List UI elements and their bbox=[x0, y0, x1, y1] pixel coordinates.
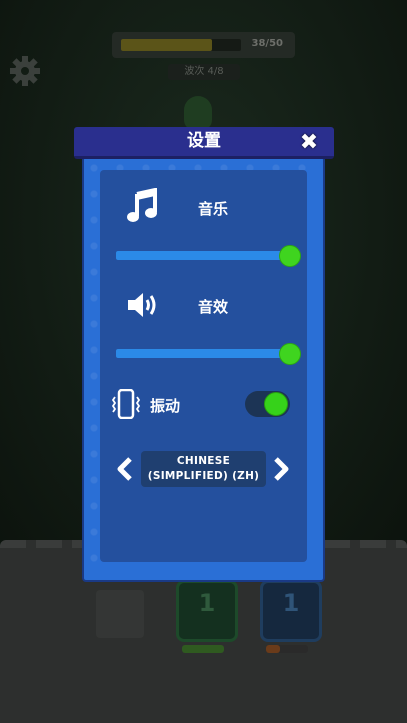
card-health-bar bbox=[182, 645, 224, 653]
card-number: 1 bbox=[282, 589, 300, 617]
progress-track bbox=[121, 39, 241, 51]
progress-text: 38/50 bbox=[251, 38, 283, 49]
card-health-bar bbox=[266, 645, 308, 653]
card-number: 1 bbox=[198, 589, 216, 617]
music-label: 音乐 bbox=[198, 200, 229, 218]
empty-slot bbox=[96, 590, 144, 638]
sound-slider-handle[interactable] bbox=[279, 343, 301, 365]
language-value: CHINESE (SIMPLIFIED) (ZH) bbox=[141, 454, 266, 484]
language-selector[interactable]: CHINESE (SIMPLIFIED) (ZH) bbox=[141, 451, 266, 487]
gear-icon[interactable] bbox=[8, 54, 42, 88]
language-prev-button[interactable] bbox=[115, 456, 135, 482]
unit-card[interactable]: 1 bbox=[176, 580, 238, 642]
wave-progress: 38/50 bbox=[112, 32, 295, 58]
vibration-icon-svg bbox=[111, 388, 141, 420]
language-next-button[interactable] bbox=[271, 456, 291, 482]
settings-title: 设置 bbox=[187, 131, 221, 151]
unit-card[interactable]: 1 bbox=[260, 580, 322, 642]
close-button[interactable]: ✖ bbox=[296, 130, 322, 156]
sound-slider-fill bbox=[116, 349, 290, 358]
sound-label: 音效 bbox=[198, 298, 229, 316]
speaker-icon-svg bbox=[128, 293, 156, 317]
music-icon-svg bbox=[127, 187, 157, 222]
language-line1: CHINESE bbox=[176, 455, 231, 467]
chevron-left-icon bbox=[117, 457, 132, 481]
toggle-knob bbox=[264, 392, 288, 416]
vibration-label: 振动 bbox=[150, 397, 181, 415]
language-line2: (SIMPLIFIED) (ZH) bbox=[147, 470, 260, 482]
close-icon: ✖ bbox=[299, 130, 319, 155]
card-health-fill bbox=[266, 645, 280, 653]
music-slider-handle[interactable] bbox=[279, 245, 301, 267]
music-slider[interactable] bbox=[116, 251, 290, 260]
settings-header: 设置 bbox=[74, 127, 334, 159]
settings-content bbox=[100, 170, 307, 562]
chevron-right-icon bbox=[274, 457, 289, 481]
vibration-icon bbox=[111, 388, 141, 420]
progress-fill bbox=[121, 39, 213, 51]
music-icon bbox=[127, 187, 159, 224]
gear-icon-svg bbox=[10, 56, 40, 86]
wave-counter: 波次 4/8 bbox=[168, 64, 240, 80]
speaker-icon bbox=[126, 290, 160, 320]
music-slider-fill bbox=[116, 251, 290, 260]
vibration-toggle[interactable] bbox=[245, 391, 290, 417]
enemy-sprite bbox=[184, 96, 212, 130]
sound-slider[interactable] bbox=[116, 349, 290, 358]
